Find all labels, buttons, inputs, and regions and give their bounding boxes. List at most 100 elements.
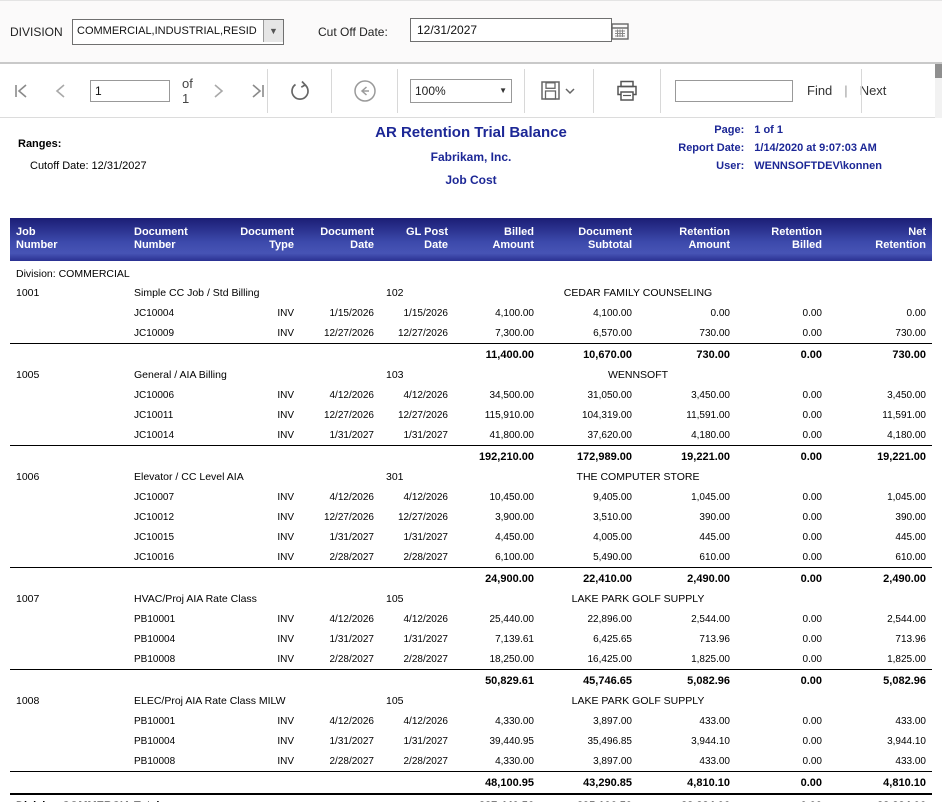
cutoff-date-label: Cut Off Date: — [318, 25, 388, 39]
column-header: Billed Amount — [454, 218, 540, 261]
amount-cell: 3,944.10 — [828, 731, 932, 751]
save-export-button[interactable] — [540, 80, 578, 102]
cell — [300, 283, 380, 303]
division-dropdown[interactable]: COMMERCIAL,INDUSTRIAL,RESID ▼ — [72, 19, 284, 45]
document-type: INV — [234, 547, 300, 568]
gl-post-date: 12/27/2026 — [380, 405, 454, 425]
subtotal-amount: 10,670.00 — [540, 344, 638, 366]
cell — [10, 487, 128, 507]
amount-cell: 433.00 — [638, 711, 736, 731]
report-viewer-window: DIVISION COMMERCIAL,INDUSTRIAL,RESID ▼ C… — [0, 0, 942, 802]
amount-cell: 2,544.00 — [638, 609, 736, 629]
job-description: Elevator / CC Level AIA — [128, 467, 300, 487]
amount-cell: 22,896.00 — [540, 609, 638, 629]
gl-post-date: 4/12/2026 — [380, 609, 454, 629]
document-number: PB10001 — [128, 711, 234, 731]
document-type: INV — [234, 323, 300, 344]
column-header: Document Subtotal — [540, 218, 638, 261]
job-description: ELEC/Proj AIA Rate Class MILW — [128, 691, 300, 711]
previous-page-button[interactable] — [52, 82, 68, 100]
find-button[interactable]: Find — [807, 83, 832, 98]
amount-cell: 16,425.00 — [540, 649, 638, 670]
gl-post-date: 1/31/2027 — [380, 629, 454, 649]
report-header: Ranges: Cutoff Date: 12/31/2027 AR Reten… — [0, 118, 942, 218]
last-page-button[interactable] — [249, 82, 267, 100]
document-type: INV — [234, 629, 300, 649]
amount-cell: 0.00 — [736, 507, 828, 527]
document-type: INV — [234, 385, 300, 405]
document-date: 1/31/2027 — [300, 731, 380, 751]
amount-cell: 7,300.00 — [454, 323, 540, 344]
back-icon[interactable] — [353, 79, 377, 103]
subtotal-amount: 22,410.00 — [540, 568, 638, 590]
amount-cell: 713.96 — [828, 629, 932, 649]
job-header-row: 1001Simple CC Job / Std Billing102CEDAR … — [10, 283, 932, 303]
document-type: INV — [234, 649, 300, 670]
chevron-down-icon[interactable]: ▼ — [263, 20, 283, 42]
document-number: JC10015 — [128, 527, 234, 547]
job-number: 1006 — [10, 467, 128, 487]
next-button[interactable]: Next — [860, 83, 887, 98]
gl-post-date: 2/28/2027 — [380, 547, 454, 568]
amount-cell: 115,910.00 — [454, 405, 540, 425]
cell — [10, 711, 128, 731]
cutoff-date-input[interactable] — [410, 18, 612, 42]
cell — [736, 283, 932, 303]
amount-cell: 35,496.85 — [540, 731, 638, 751]
column-header: GL Post Date — [380, 218, 454, 261]
document-row: PB10004INV1/31/20271/31/202739,440.9535,… — [10, 731, 932, 751]
subtotal-amount: 24,900.00 — [454, 568, 540, 590]
cell — [10, 303, 128, 323]
amount-cell: 3,897.00 — [540, 751, 638, 772]
amount-cell: 4,100.00 — [540, 303, 638, 323]
calendar-icon[interactable] — [609, 20, 631, 42]
amount-cell: 10,450.00 — [454, 487, 540, 507]
document-date: 2/28/2027 — [300, 649, 380, 670]
gl-post-date: 4/12/2026 — [380, 487, 454, 507]
page-number-input[interactable] — [90, 80, 170, 102]
gl-post-date: 1/31/2027 — [380, 527, 454, 547]
amount-cell: 3,450.00 — [828, 385, 932, 405]
subtotal-amount: 43,290.85 — [540, 772, 638, 795]
first-page-button[interactable] — [12, 82, 30, 100]
amount-cell: 39,440.95 — [454, 731, 540, 751]
amount-cell: 4,100.00 — [454, 303, 540, 323]
job-header-row: 1005General / AIA Billing103WENNSOFT — [10, 365, 932, 385]
zoom-select[interactable]: 100% ▼ — [410, 79, 512, 103]
subtotal-amount: 0.00 — [736, 568, 828, 590]
print-icon[interactable] — [615, 79, 639, 103]
amount-cell: 4,330.00 — [454, 711, 540, 731]
amount-cell: 0.00 — [736, 731, 828, 751]
gl-post-date: 4/12/2026 — [380, 385, 454, 405]
document-number: JC10012 — [128, 507, 234, 527]
document-row: PB10001INV4/12/20264/12/202625,440.0022,… — [10, 609, 932, 629]
document-type: INV — [234, 711, 300, 731]
subtotal-amount: 730.00 — [828, 344, 932, 366]
column-header: Document Date — [300, 218, 380, 261]
document-row: PB10004INV1/31/20271/31/20277,139.616,42… — [10, 629, 932, 649]
next-page-button[interactable] — [211, 82, 227, 100]
job-header-row: 1006Elevator / CC Level AIA301THE COMPUT… — [10, 467, 932, 487]
scrollbar-thumb[interactable] — [935, 64, 942, 78]
document-number: JC10009 — [128, 323, 234, 344]
document-number: PB10004 — [128, 629, 234, 649]
job-description: HVAC/Proj AIA Rate Class — [128, 589, 300, 609]
job-number: 1007 — [10, 589, 128, 609]
amount-cell: 0.00 — [736, 547, 828, 568]
find-input[interactable] — [675, 80, 793, 102]
amount-cell: 0.00 — [736, 609, 828, 629]
document-type: INV — [234, 507, 300, 527]
division-dropdown-value: COMMERCIAL,INDUSTRIAL,RESID — [73, 20, 263, 44]
toolbar-separator — [861, 69, 862, 113]
document-row: PB10008INV2/28/20272/28/202718,250.0016,… — [10, 649, 932, 670]
document-type: INV — [234, 527, 300, 547]
gl-post-date: 2/28/2027 — [380, 649, 454, 670]
customer-number: 103 — [380, 365, 454, 385]
cell — [10, 507, 128, 527]
amount-cell: 433.00 — [828, 751, 932, 772]
document-type: INV — [234, 731, 300, 751]
refresh-icon[interactable] — [289, 80, 311, 102]
cell — [454, 589, 540, 609]
amount-cell: 104,319.00 — [540, 405, 638, 425]
subtotal-amount: 50,829.61 — [454, 670, 540, 692]
